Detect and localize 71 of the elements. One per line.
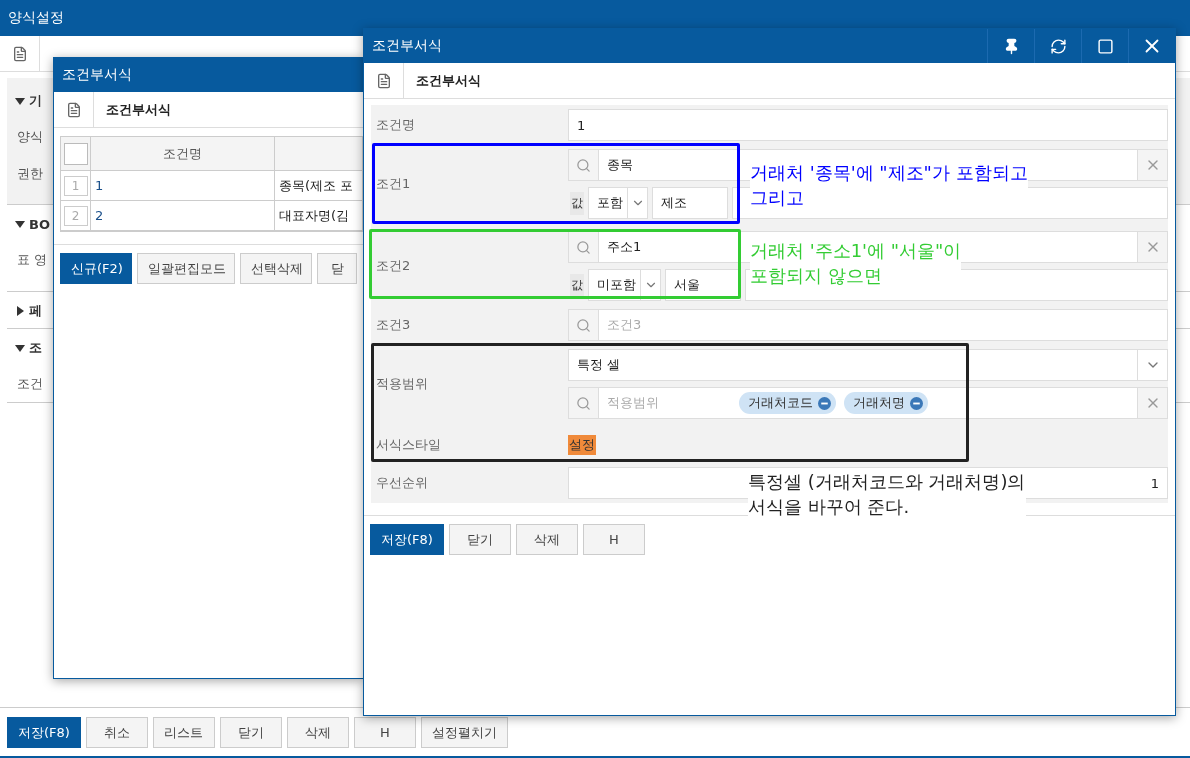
table-cell: 대표자명(김 (279, 206, 350, 225)
collapse-triangle-icon[interactable] (15, 96, 25, 106)
search-icon (576, 157, 591, 173)
row-number: 1 (63, 175, 88, 196)
section-title[interactable]: 기 (29, 92, 42, 110)
document-icon (375, 72, 392, 89)
section-title[interactable]: 조 (29, 339, 42, 357)
field-label: 적용범위 (375, 375, 429, 393)
row-number: 2 (63, 205, 88, 226)
app-title: 양식설정 (8, 9, 64, 27)
save-button[interactable]: 저장(F8) (7, 717, 81, 748)
search-field[interactable]: 적용범위 거래처코드 거래처명 (568, 387, 1168, 419)
collapse-triangle-icon[interactable] (15, 219, 25, 229)
toolbar-button[interactable]: 취소 (85, 717, 148, 748)
value-label: 값 (570, 191, 584, 215)
tag-chip[interactable]: 거래처명 (844, 392, 928, 414)
placeholder-text: 적용범위 (607, 394, 660, 412)
dialog-button[interactable]: 삭제 (515, 524, 578, 555)
dialog-button[interactable]: H (582, 524, 645, 555)
operator-select[interactable]: 미포함 (588, 269, 661, 301)
dialog-button[interactable]: 닫 (317, 253, 357, 284)
field-label: 조건1 (375, 175, 412, 193)
dialog-button[interactable]: 선택삭제 (239, 253, 312, 284)
value-label: 값 (570, 273, 584, 297)
section-title[interactable]: 페 (29, 302, 42, 320)
maximize-icon (1096, 37, 1114, 55)
save-button[interactable]: 저장(F8) (370, 524, 444, 555)
search-icon (576, 239, 591, 255)
dialog-title: 조건부서식 (61, 66, 133, 84)
field-label: 서식스타일 (375, 436, 442, 454)
dialog-title: 조건부서식 (371, 37, 443, 55)
field-label: 조건명 (375, 116, 416, 134)
value-field[interactable]: 제조 (652, 187, 728, 219)
column-header[interactable]: 조건명 (163, 144, 202, 163)
field-label: 표 영 (17, 250, 48, 269)
search-icon (576, 395, 591, 411)
new-button[interactable]: 신규(F2) (60, 253, 133, 284)
dialog-button[interactable]: 닫기 (448, 524, 511, 555)
refresh-icon (1049, 37, 1067, 55)
toolbar-button[interactable]: 닫기 (219, 717, 282, 748)
scope-select[interactable]: 특정 셀 (568, 349, 1168, 381)
remove-icon[interactable] (818, 396, 831, 410)
document-icon (11, 45, 28, 62)
search-icon (576, 317, 591, 333)
collapse-triangle-icon[interactable] (15, 343, 25, 353)
toolbar-button[interactable]: 리스트 (152, 717, 215, 748)
toolbar-button[interactable]: H (353, 717, 416, 748)
table-cell: 종목(제조 포 (279, 176, 354, 195)
document-icon (65, 101, 82, 118)
table-cell: 1 (95, 178, 104, 193)
field-label: 조건2 (375, 257, 412, 275)
dialog-header: 조건부서식 (415, 71, 481, 90)
select-all-checkbox[interactable] (63, 142, 88, 165)
dialog-header: 조건부서식 (105, 100, 171, 119)
field-label: 우선순위 (375, 474, 429, 492)
dialog-button[interactable]: 일괄편집모드 (137, 253, 235, 284)
operator-select[interactable]: 포함 (588, 187, 648, 219)
input-field[interactable]: 1 (568, 109, 1168, 141)
field-label: 조건3 (375, 316, 412, 334)
toolbar-button[interactable]: 설정펼치기 (420, 717, 508, 748)
field-label: 권한 (17, 164, 43, 183)
field-label: 양식 (17, 127, 43, 146)
expand-triangle-icon[interactable] (15, 306, 25, 316)
section-title[interactable]: BO (29, 216, 50, 232)
tag-chip[interactable]: 거래처코드 (739, 392, 836, 414)
toolbar-button[interactable]: 삭제 (286, 717, 349, 748)
table-cell: 2 (95, 208, 104, 223)
field-label: 조건 (17, 374, 43, 393)
value-field[interactable]: 서울 (665, 269, 741, 301)
style-button[interactable]: 설정 (568, 435, 596, 455)
remove-icon[interactable] (910, 396, 923, 410)
